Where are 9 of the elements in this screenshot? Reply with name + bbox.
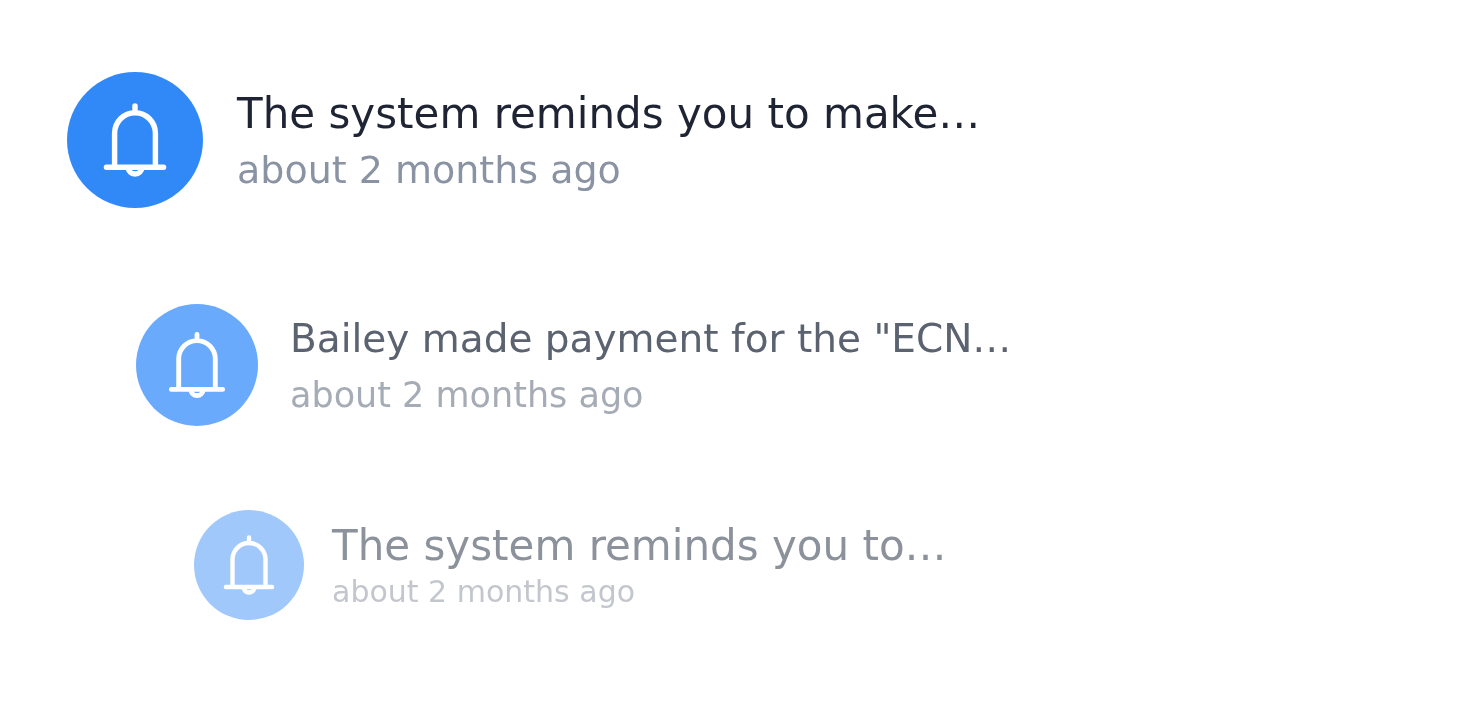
notification-time: about 2 months ago: [237, 147, 622, 192]
bell-icon: [136, 304, 258, 426]
bell-icon: [194, 510, 304, 620]
notification-title: Bailey made payment for the "ECN…: [290, 315, 1012, 361]
notification-title: The system reminds you to…: [332, 521, 947, 570]
notification-title: The system reminds you to make…: [237, 88, 981, 138]
notification-time: about 2 months ago: [290, 374, 645, 415]
notification-time: about 2 months ago: [332, 574, 637, 609]
bell-icon: [67, 72, 203, 208]
